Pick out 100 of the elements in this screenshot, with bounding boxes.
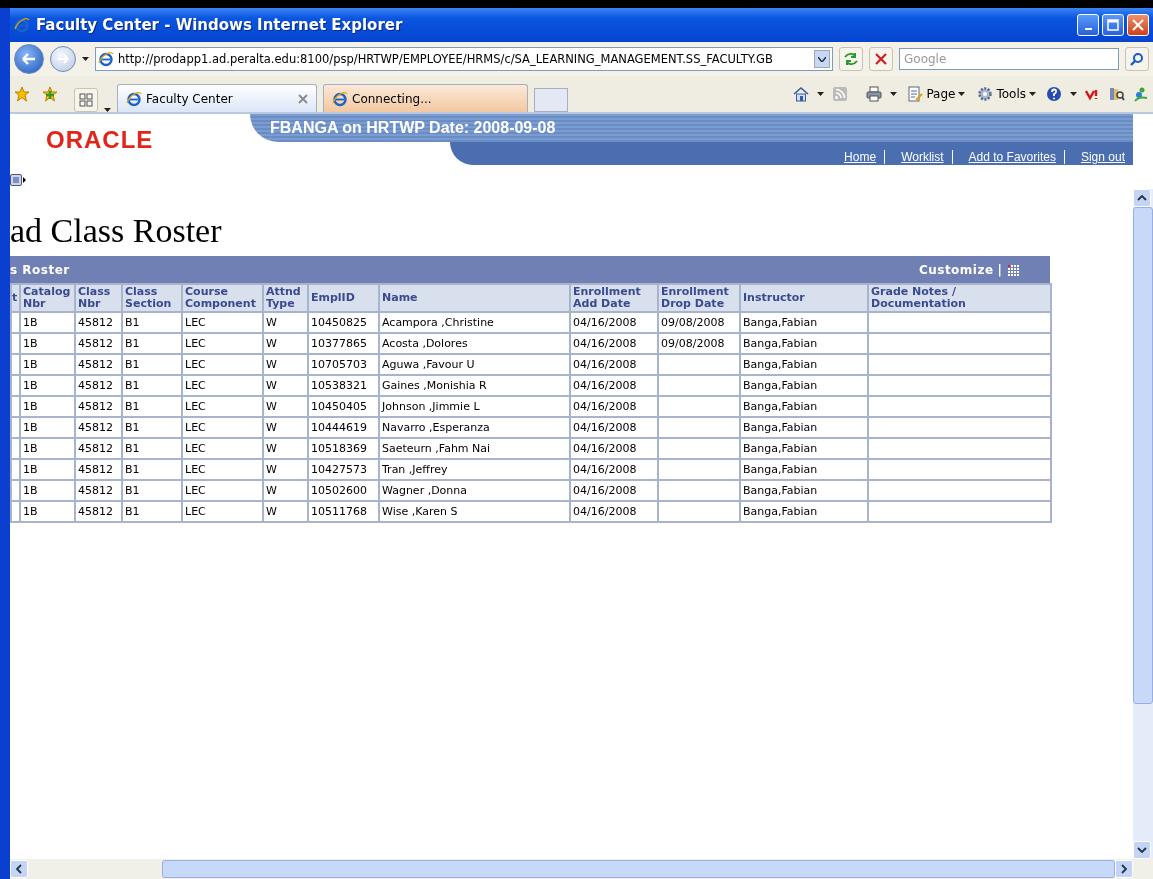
close-button[interactable] — [1127, 14, 1149, 36]
table-cell: 04/16/2008 — [570, 375, 658, 396]
table-cell: 1B — [20, 396, 75, 417]
page-icon — [907, 86, 924, 102]
menu-toggle-icon[interactable] — [10, 174, 27, 186]
table-cell: 09/08/2008 — [658, 333, 740, 354]
table-cell: Acosta ,Dolores — [379, 333, 570, 354]
close-tab-icon[interactable] — [298, 93, 308, 104]
column-header: Course Component — [182, 284, 263, 312]
scroll-up-button[interactable] — [1133, 189, 1151, 207]
dropdown-button[interactable] — [814, 50, 830, 68]
page-menu[interactable]: Page — [905, 86, 968, 102]
home-icon[interactable] — [793, 86, 810, 102]
nav-link[interactable]: Home — [828, 150, 885, 164]
ie-logo-icon — [14, 17, 30, 33]
table-cell: 45812 — [75, 459, 122, 480]
page-icon — [98, 51, 114, 67]
table-cell: LEC — [182, 333, 263, 354]
messenger-icon[interactable] — [1133, 86, 1149, 102]
table-cell: 04/16/2008 — [570, 501, 658, 522]
caret-icon[interactable] — [817, 92, 825, 96]
customize-link[interactable]: Customize — [918, 262, 994, 277]
table-cell: 10450405 — [308, 396, 379, 417]
page-heading: ad Class Roster — [10, 212, 223, 250]
browser-tab[interactable]: Connecting... — [323, 84, 528, 112]
grid-view-icon[interactable] — [1006, 263, 1020, 276]
table-cell: 45812 — [75, 417, 122, 438]
table-cell: LEC — [182, 459, 263, 480]
table-cell: 1B — [20, 480, 75, 501]
nav-link[interactable]: Add to Favorites — [951, 150, 1064, 164]
add-favorites-icon[interactable] — [42, 86, 58, 102]
table-cell: Banga,Fabian — [740, 459, 868, 480]
quick-tabs-button[interactable] — [74, 88, 98, 112]
refresh-button[interactable] — [839, 47, 863, 71]
column-header: Class Nbr — [75, 284, 122, 312]
table-cell: B1 — [122, 501, 182, 522]
table-cell: Banga,Fabian — [740, 501, 868, 522]
table-cell: W — [263, 459, 308, 480]
table-cell: LEC — [182, 396, 263, 417]
nav-link[interactable]: Worklist — [884, 150, 952, 164]
vertical-scrollbar[interactable] — [1133, 189, 1153, 859]
scroll-down-button[interactable] — [1133, 841, 1151, 859]
nav-link[interactable]: Sign out — [1063, 150, 1133, 164]
table-cell: 04/16/2008 — [570, 480, 658, 501]
caret-icon[interactable] — [890, 92, 898, 96]
caret-icon[interactable] — [1070, 92, 1077, 96]
table-cell: 1B — [20, 417, 75, 438]
table-cell: Gaines ,Monishia R — [379, 375, 570, 396]
search-button[interactable] — [1125, 47, 1149, 71]
scroll-left-button[interactable] — [10, 860, 28, 878]
table-cell: 1B — [20, 354, 75, 375]
research-icon[interactable] — [1109, 86, 1125, 102]
help-icon[interactable] — [1046, 86, 1062, 102]
table-cell: 04/16/2008 — [570, 438, 658, 459]
table-cell: 04/16/2008 — [570, 333, 658, 354]
stop-button[interactable] — [869, 47, 893, 71]
table-cell: Banga,Fabian — [740, 417, 868, 438]
scroll-right-button[interactable] — [1115, 860, 1133, 878]
column-header: Enrollment Add Date — [570, 284, 658, 312]
address-field[interactable]: http://prodapp1.ad.peralta.edu:8100/psp/HRTWP/EMPLOYEE/HRMS/c/SA_LEARNING_MANAGEMENT.SS_FACULTY.GB — [95, 47, 833, 71]
minimize-button[interactable] — [1077, 14, 1099, 36]
forward-button[interactable] — [50, 46, 76, 72]
table-cell: 45812 — [75, 375, 122, 396]
table-cell: Navarro ,Esperanza — [379, 417, 570, 438]
table-cell: 1B — [20, 438, 75, 459]
table-cell: 45812 — [75, 333, 122, 354]
table-cell: Wagner ,Donna — [379, 480, 570, 501]
table-cell: B1 — [122, 333, 182, 354]
table-cell: Banga,Fabian — [740, 438, 868, 459]
table-cell: 45812 — [75, 480, 122, 501]
horizontal-scrollbar[interactable] — [10, 859, 1153, 879]
table-cell: LEC — [182, 312, 263, 333]
back-button[interactable] — [14, 44, 44, 74]
browser-tab[interactable]: Faculty Center — [117, 84, 317, 112]
table-cell: B1 — [122, 375, 182, 396]
table-cell: W — [263, 333, 308, 354]
caret-icon[interactable] — [104, 108, 111, 112]
print-icon[interactable] — [866, 86, 883, 102]
table-cell: LEC — [182, 501, 263, 522]
chevron-right-icon — [1121, 864, 1128, 874]
search-field[interactable]: Google — [899, 48, 1119, 70]
caret-icon[interactable] — [1029, 92, 1036, 96]
back-arrow-icon — [22, 53, 36, 65]
table-cell: 10705703 — [308, 354, 379, 375]
table-cell: W — [263, 312, 308, 333]
column-header: Class Section — [122, 284, 182, 312]
table-cell: 1B — [20, 312, 75, 333]
table-cell: 10538321 — [308, 375, 379, 396]
forward-arrow-icon — [57, 54, 69, 64]
caret-icon[interactable] — [82, 57, 89, 61]
search-icon — [1130, 52, 1144, 66]
ie-logo-icon — [332, 90, 348, 107]
window-title: Faculty Center - Windows Internet Explorer — [36, 16, 404, 34]
table-cell: 1B — [20, 501, 75, 522]
favorites-star-icon[interactable] — [14, 86, 30, 102]
caret-icon[interactable] — [958, 92, 966, 96]
maximize-button[interactable] — [1102, 14, 1124, 36]
table-cell: B1 — [122, 459, 182, 480]
table-cell: 1B — [20, 459, 75, 480]
tools-menu[interactable]: Tools — [975, 86, 1038, 102]
